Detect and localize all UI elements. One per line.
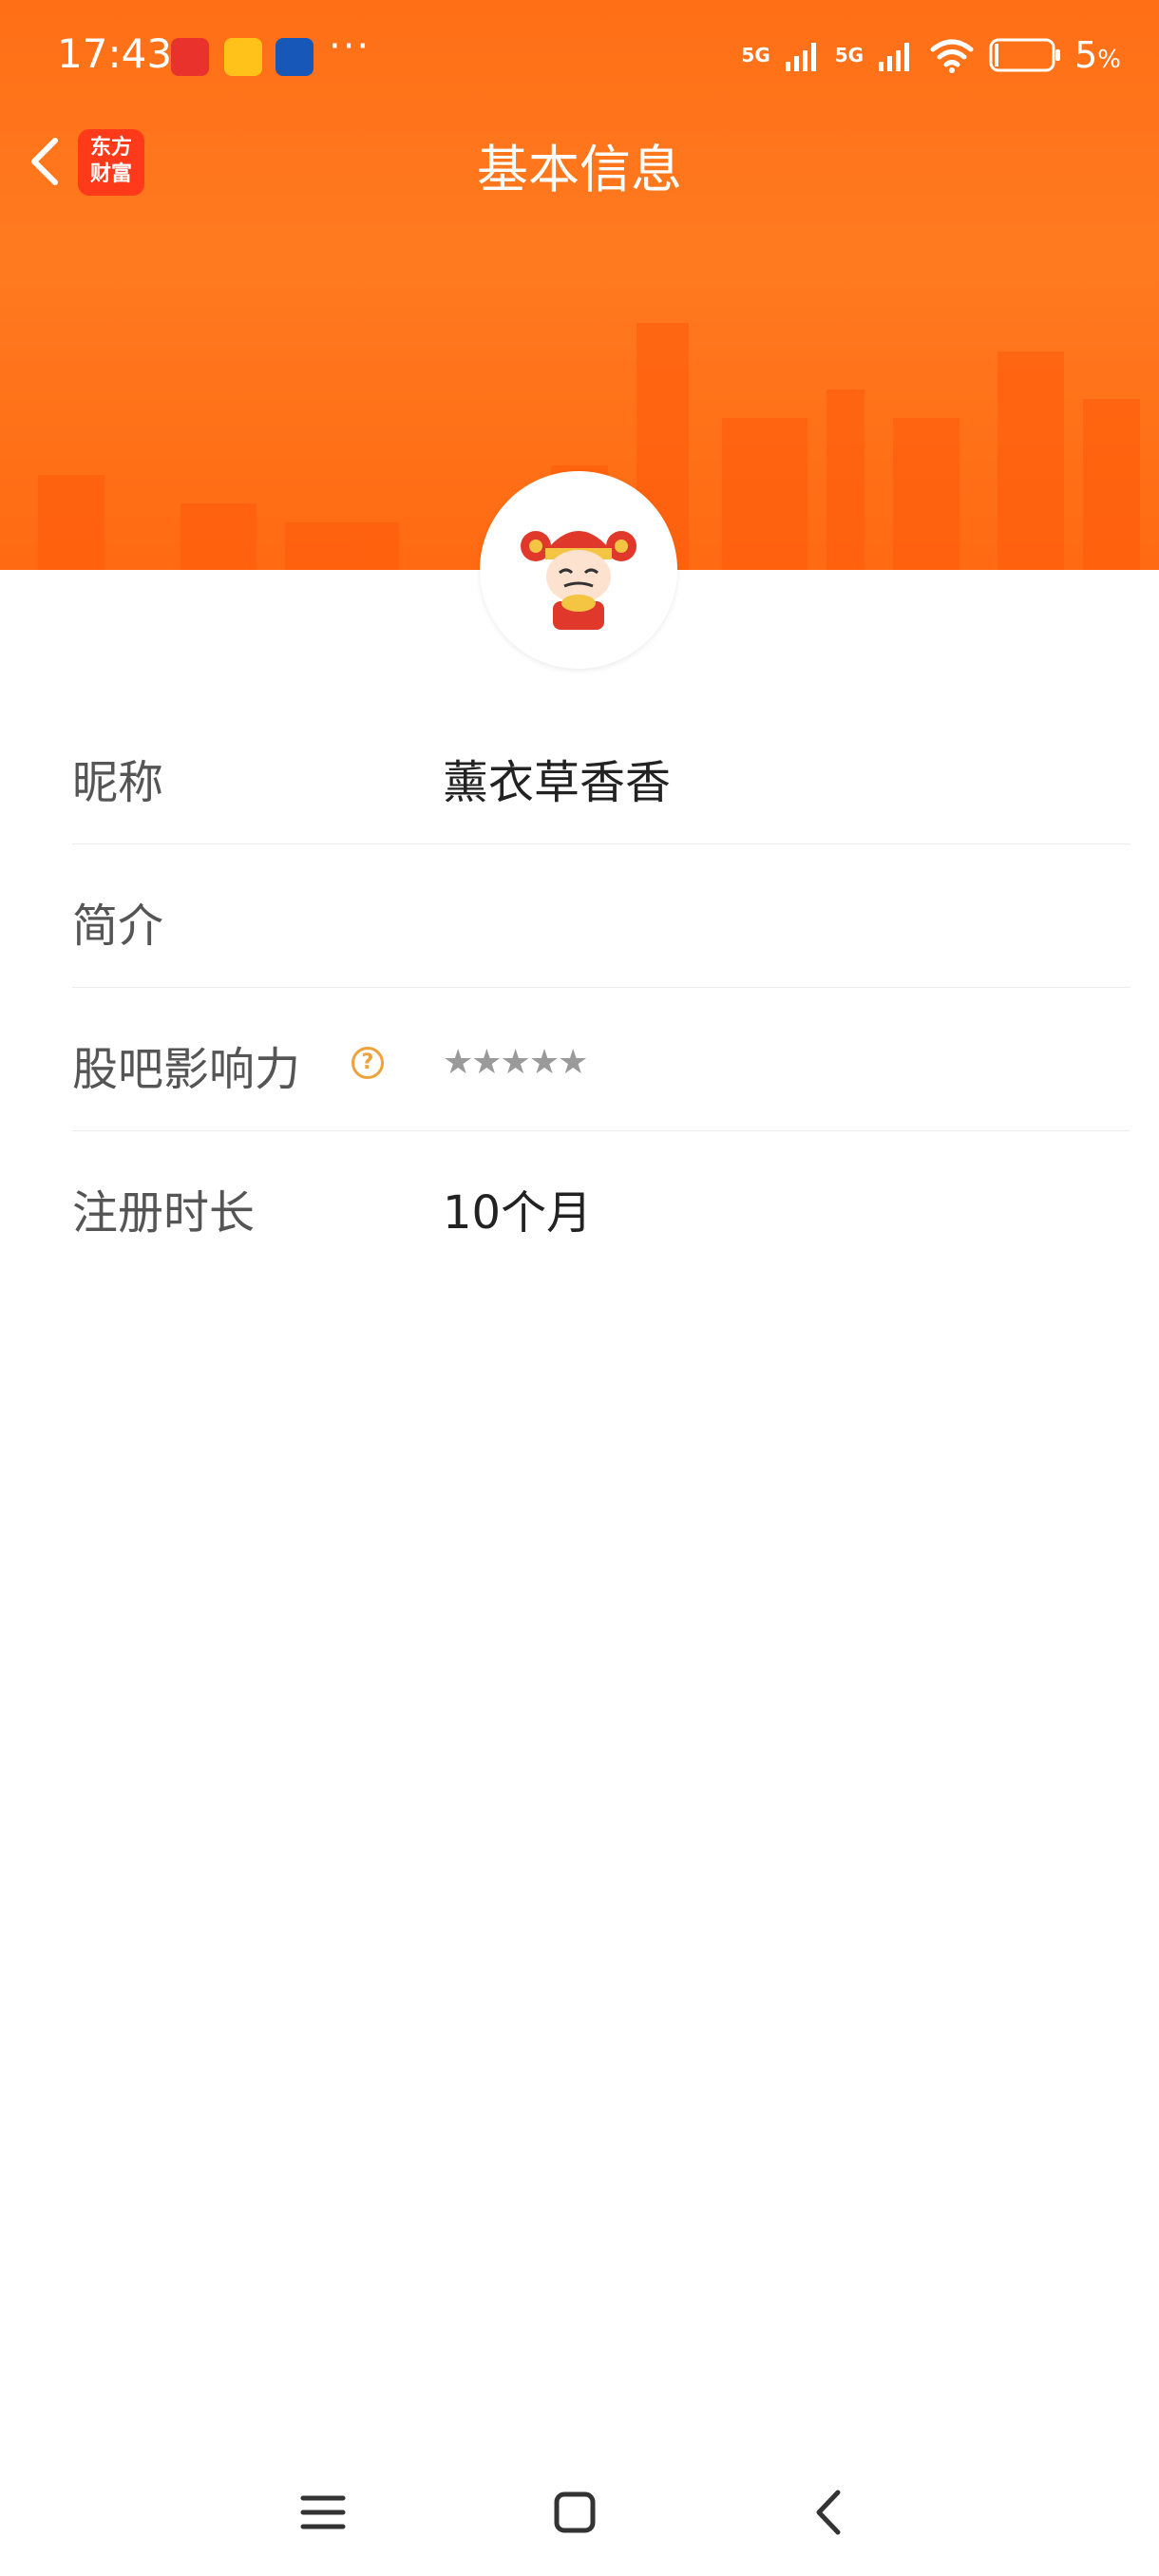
signal-label-2: 5G bbox=[834, 44, 864, 66]
avatar[interactable] bbox=[480, 471, 677, 669]
more-notifications-icon: ··· bbox=[329, 25, 371, 68]
nav-back-icon[interactable] bbox=[796, 2479, 863, 2546]
page-title: 基本信息 bbox=[477, 140, 682, 199]
signal-label-1: 5G bbox=[741, 44, 770, 66]
avatar-caishen-icon bbox=[521, 531, 636, 630]
help-icon[interactable]: ? bbox=[352, 1047, 384, 1079]
battery-icon bbox=[989, 38, 1061, 72]
home-icon[interactable] bbox=[542, 2479, 608, 2546]
nickname-value: 薰衣草香香 bbox=[443, 756, 672, 809]
menu-icon[interactable] bbox=[290, 2479, 356, 2546]
status-time: 17:43 bbox=[57, 30, 173, 77]
news-app-icon bbox=[171, 38, 209, 76]
nickname-label: 昵称 bbox=[72, 756, 164, 809]
signal-icon-2 bbox=[879, 43, 910, 71]
registration-value: 10个月 bbox=[443, 1186, 593, 1240]
signal-icon bbox=[785, 43, 816, 71]
wifi-icon bbox=[930, 39, 974, 73]
status-bar: 17:43 ··· 5G 5G 5% bbox=[0, 0, 1159, 114]
battery-percent: 5% bbox=[1074, 34, 1121, 76]
shopping-app-icon bbox=[224, 38, 262, 76]
influence-stars: ★★★★★ bbox=[443, 1043, 588, 1082]
bio-row[interactable]: 简介 bbox=[72, 844, 1130, 988]
registration-row: 注册时长 10个月 bbox=[72, 1131, 1130, 1274]
influence-label: 股吧影响力 bbox=[72, 1043, 301, 1096]
registration-label: 注册时长 bbox=[72, 1186, 256, 1240]
profile-info-list: 昵称 薰衣草香香 简介 股吧影响力 ? ★★★★★ 注册时长 10个月 bbox=[72, 701, 1130, 1274]
bank-app-icon bbox=[276, 38, 314, 76]
system-nav-bar bbox=[0, 2460, 1159, 2565]
nickname-row[interactable]: 昵称 薰衣草香香 bbox=[72, 701, 1130, 844]
influence-row: 股吧影响力 ? ★★★★★ bbox=[72, 988, 1130, 1131]
bio-label: 简介 bbox=[72, 900, 164, 953]
